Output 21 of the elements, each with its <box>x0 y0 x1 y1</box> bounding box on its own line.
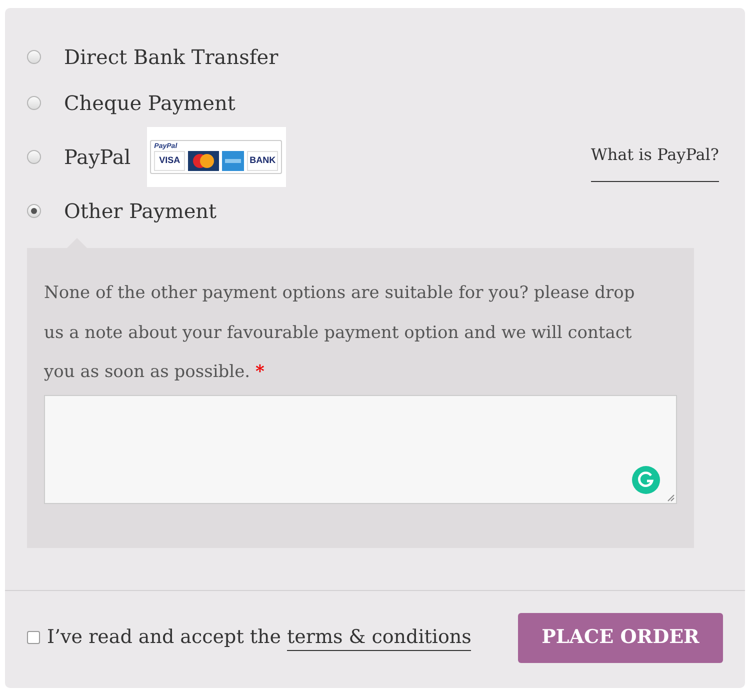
radio-button[interactable] <box>27 204 41 218</box>
payment-method-label: Cheque Payment <box>64 90 236 117</box>
card-logo <box>188 151 220 171</box>
payment-method-label: Other Payment <box>64 198 217 225</box>
what-is-paypal-link[interactable]: What is PayPal? <box>590 142 719 182</box>
card-logo: BANK <box>247 151 278 171</box>
card-logo: VISA <box>154 151 186 171</box>
card-logo <box>222 151 244 171</box>
place-order-button[interactable]: PLACE ORDER <box>518 612 723 662</box>
payment-description: None of the other payment options are suitable for you? please drop us a note about your favourable payment option and we will contact you as soon as possible. * <box>44 282 636 384</box>
payment-method-label: PayPal <box>64 144 131 171</box>
resize-handle-icon <box>667 494 675 502</box>
radio-button[interactable] <box>27 96 41 110</box>
terms-text: I’ve read and accept the <box>47 625 281 650</box>
radio-button[interactable] <box>27 50 41 64</box>
terms-link[interactable]: terms & conditions <box>287 624 472 651</box>
radio-button[interactable] <box>27 150 41 164</box>
grammar-check-icon <box>632 466 660 494</box>
terms-checkbox[interactable] <box>27 631 40 644</box>
payment-method-label: Direct Bank Transfer <box>64 44 278 71</box>
note-textarea[interactable] <box>44 394 677 504</box>
